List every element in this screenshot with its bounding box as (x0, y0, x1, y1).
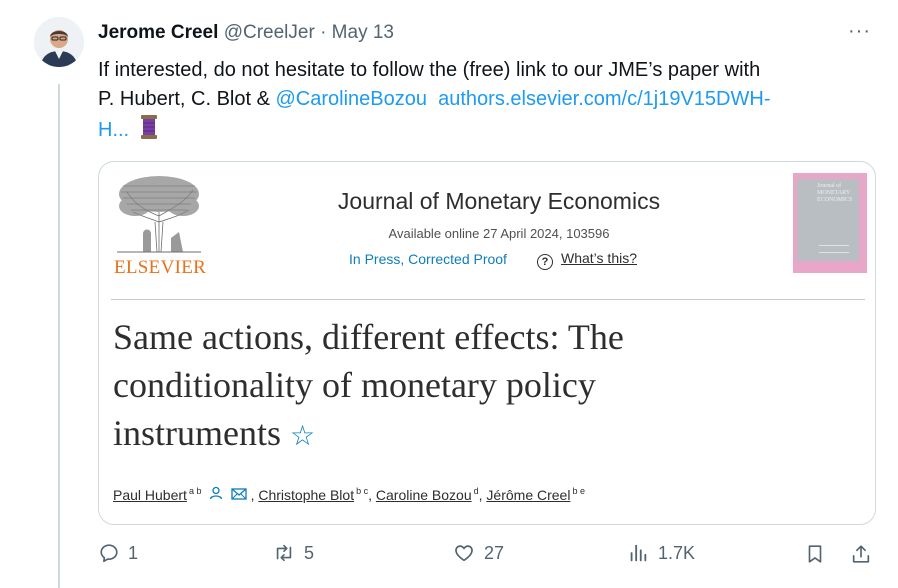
paper-title-line2: conditionality of monetary policy (113, 365, 596, 405)
paper-title-line3: instruments (113, 413, 281, 453)
like-button[interactable]: 27 (452, 542, 504, 564)
elsevier-tree-logo (113, 172, 205, 261)
tweet-text-line1: If interested, do not hesitate to follow… (98, 59, 761, 81)
author-creel-affil: b e (572, 486, 585, 497)
author-bozou[interactable]: Caroline Bozou (376, 487, 472, 503)
in-press-label: In Press, Corrected Proof (349, 251, 507, 267)
tweet-text-line2: P. Hubert, C. Blot & (98, 88, 276, 110)
help-icon: ? (537, 254, 553, 270)
card-divider (111, 299, 865, 300)
paper-title-line1: Same actions, different effects: The (113, 317, 624, 357)
elsevier-logo-text: ELSEVIER (114, 257, 207, 278)
author-list: Paul Hubert a b , Christophe Blot b c, Car… (113, 486, 585, 503)
author-blot-affil: b c (356, 486, 369, 497)
thread-line (58, 84, 60, 588)
email-icon[interactable] (231, 488, 251, 503)
author-hubert[interactable]: Paul Hubert (113, 487, 187, 503)
cover-text: Journal of MONETARY ECONOMICS (817, 183, 853, 203)
whats-this-label: What’s this? (561, 250, 637, 266)
views-bar-chart-icon (630, 544, 647, 562)
reply-icon (100, 544, 118, 563)
author-creel[interactable]: Jérôme Creel (486, 487, 570, 503)
author-blot[interactable]: Christophe Blot (258, 487, 354, 503)
reply-button[interactable]: 1 (98, 542, 138, 564)
author-handle[interactable]: @CreelJer (224, 22, 315, 43)
cover-footer-lines (819, 245, 849, 253)
dot-separator: · (320, 22, 327, 43)
repost-icon (276, 544, 292, 562)
available-online: Available online 27 April 2024, 103596 (388, 226, 610, 241)
more-options-icon[interactable]: ··· (848, 20, 871, 43)
article-header: ELSEVIER Journal of Monetary Economics A… (99, 162, 875, 299)
views-button[interactable]: 1.7K (626, 542, 695, 564)
bookmark-icon (808, 545, 822, 563)
share-button[interactable] (850, 542, 880, 566)
author-hubert-affil: a b (188, 486, 202, 497)
journal-cover-image[interactable]: Journal of MONETARY ECONOMICS (793, 173, 867, 273)
person-icon[interactable] (209, 486, 227, 503)
reply-count: 1 (128, 542, 139, 563)
journal-title[interactable]: Journal of Monetary Economics (299, 188, 699, 215)
mention-link[interactable]: @CarolineBozou (276, 88, 428, 110)
star-icon[interactable]: ☆ (290, 421, 315, 452)
paper-title: Same actions, different effects: The con… (113, 313, 853, 461)
comma: , (368, 487, 372, 503)
whats-this-link[interactable]: ? What’s this? (537, 250, 637, 270)
thread-spool-icon (139, 114, 159, 149)
tweet-text: If interested, do not hesitate to follow… (98, 56, 888, 149)
author-name[interactable]: Jerome Creel (98, 22, 218, 43)
bookmark-button[interactable] (804, 542, 834, 566)
repost-button[interactable]: 5 (272, 542, 314, 564)
comma: , (478, 487, 483, 503)
heart-icon (455, 545, 473, 562)
avatar[interactable] (34, 17, 84, 67)
like-count: 27 (484, 542, 505, 563)
comma: , (250, 487, 255, 503)
url-link-part2[interactable]: H... (98, 119, 129, 141)
link-preview-card[interactable]: ELSEVIER Journal of Monetary Economics A… (98, 161, 876, 525)
tweet-date[interactable]: May 13 (332, 22, 394, 43)
tweet-header: Jerome Creel @CreelJer · May 13 (98, 22, 394, 44)
repost-count: 5 (304, 542, 315, 563)
view-count: 1.7K (658, 542, 696, 563)
url-link-part1[interactable]: authors.elsevier.com/c/1j19V15DWH- (438, 88, 770, 110)
share-icon (852, 545, 870, 563)
cover-panel: Journal of MONETARY ECONOMICS (797, 179, 859, 261)
